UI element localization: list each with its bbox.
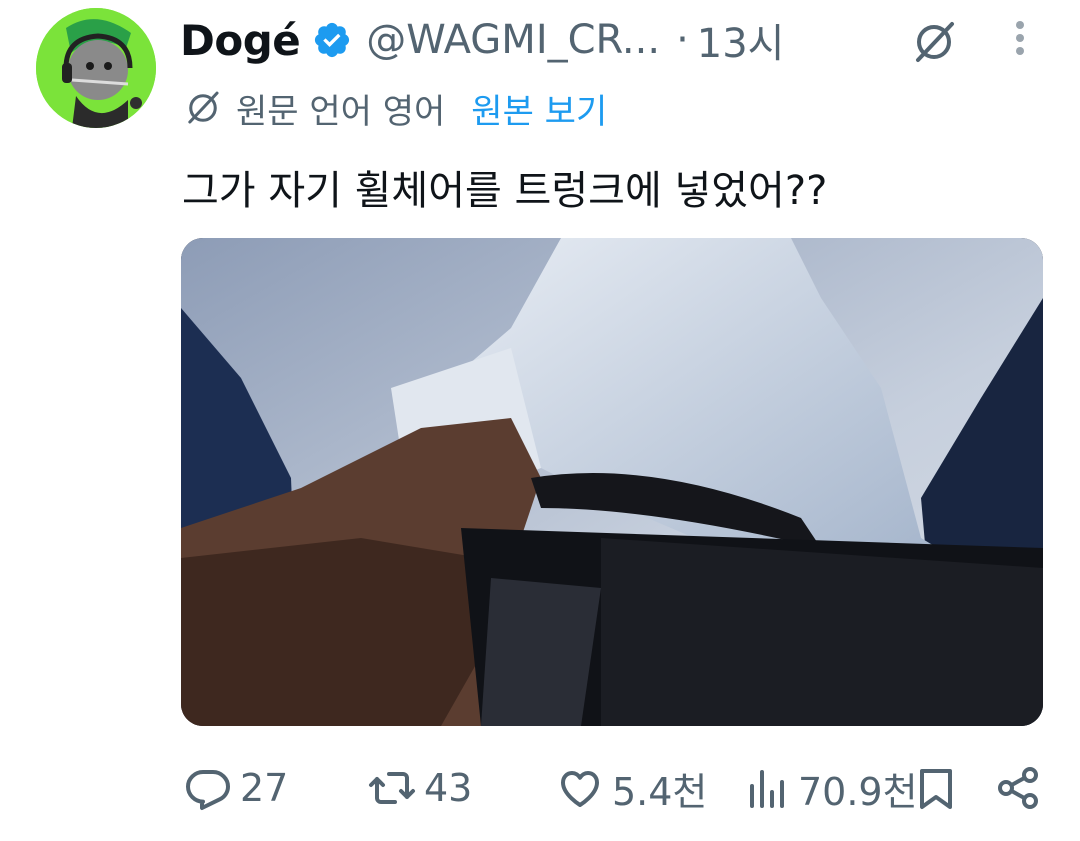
header-separator: · [676,17,689,63]
share-icon [998,767,1038,809]
retweet-count: 43 [424,766,473,810]
author-name[interactable]: Dogé [180,16,301,65]
video-frame [181,238,1043,726]
reply-icon [186,770,230,810]
grok-icon[interactable] [910,18,958,66]
translate-icon [188,91,219,124]
bookmark-button[interactable] [912,760,960,816]
verified-badge-icon [315,22,350,58]
views-button[interactable]: 70.9천 [742,760,918,816]
retweet-icon [369,772,415,804]
source-language-label: 원문 언어 영어 [236,91,446,132]
views-count: 70.9천 [798,769,918,814]
author-handle[interactable]: @WAGMI_CR... [366,17,660,63]
like-button[interactable]: 5.4천 [556,760,707,816]
view-original-link[interactable]: 원본 보기 [471,84,607,133]
views-icon [750,770,784,808]
avatar[interactable] [36,8,156,128]
action-bar: 27 43 5.4천 70.9천 [0,760,1080,816]
like-count: 5.4천 [612,769,708,814]
bookmark-icon [920,769,952,809]
tweet-header: Dogé @WAGMI_CR... · 13시 [180,10,784,70]
avatar-image [36,8,156,128]
reply-button[interactable]: 27 [184,760,288,816]
tweet-media[interactable] [181,238,1043,726]
more-vertical-icon[interactable] [1008,18,1032,62]
tweet-timestamp[interactable]: 13시 [697,11,785,69]
translation-notice: 원문 언어 영어 원본 보기 [182,84,607,133]
tweet-text: 그가 자기 휠체어를 트렁크에 넣었어?? [182,168,828,214]
retweet-button[interactable]: 43 [368,760,472,816]
heart-icon [561,771,599,807]
share-button[interactable] [994,760,1042,816]
reply-count: 27 [240,766,289,810]
